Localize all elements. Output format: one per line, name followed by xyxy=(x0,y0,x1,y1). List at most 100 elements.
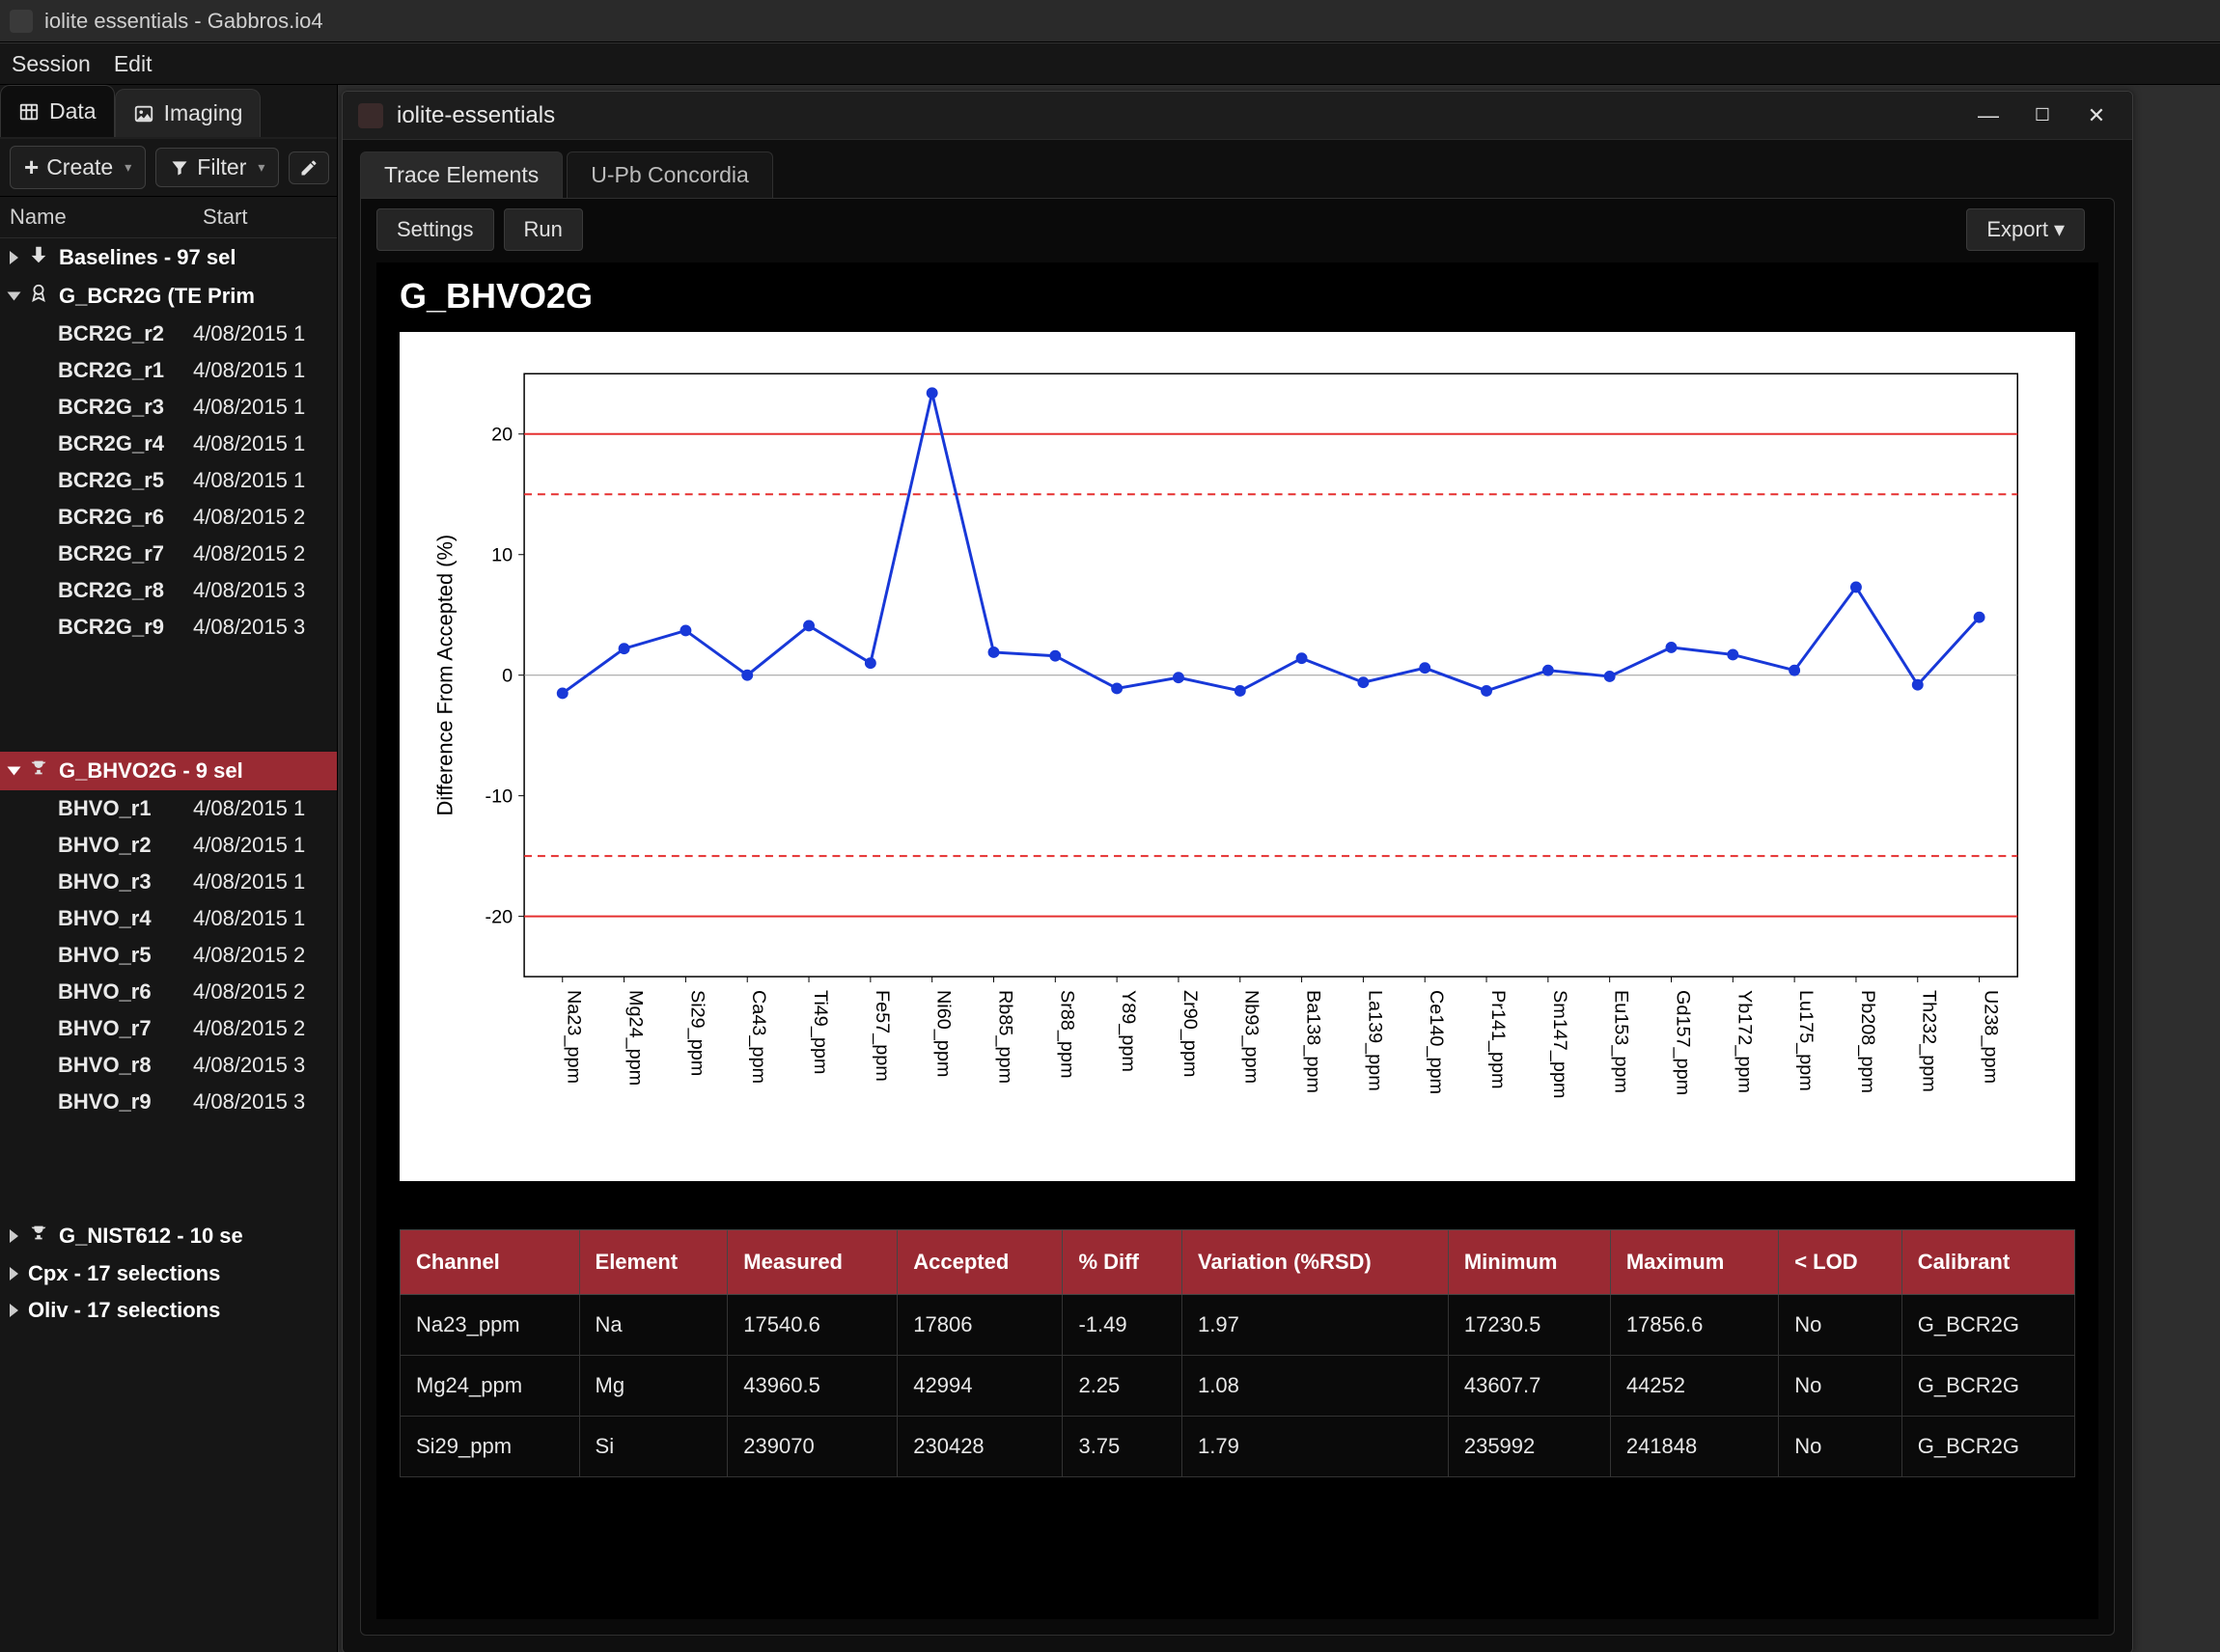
menu-session[interactable]: Session xyxy=(12,51,91,77)
table-cell: Mg24_ppm xyxy=(401,1356,580,1417)
tree-group-label: Oliv - 17 selections xyxy=(28,1298,220,1323)
table-cell: 17856.6 xyxy=(1610,1295,1778,1356)
table-header: Measured xyxy=(728,1230,898,1295)
trophy-icon xyxy=(28,1223,49,1250)
svg-text:-10: -10 xyxy=(486,786,513,808)
tree-item-date: 4/08/2015 1 xyxy=(193,906,327,931)
table-row[interactable]: Na23_ppmNa17540.617806-1.491.9717230.517… xyxy=(401,1295,2075,1356)
tree-item-date: 4/08/2015 1 xyxy=(193,395,327,420)
tree-item-date: 4/08/2015 1 xyxy=(193,468,327,493)
tab-trace-elements[interactable]: Trace Elements xyxy=(360,151,563,198)
tab-imaging[interactable]: Imaging xyxy=(115,89,262,137)
tree-item-date: 4/08/2015 1 xyxy=(193,358,327,383)
table-header: Channel xyxy=(401,1230,580,1295)
tree-group-header[interactable]: Cpx - 17 selections xyxy=(0,1255,337,1292)
chevron-down-icon: ▾ xyxy=(2054,217,2065,241)
tab-upb-concordia[interactable]: U-Pb Concordia xyxy=(567,151,773,198)
edit-button[interactable] xyxy=(289,151,329,184)
tree-item-date: 4/08/2015 3 xyxy=(193,1089,327,1115)
table-icon xyxy=(18,101,40,123)
create-label: Create xyxy=(46,154,113,180)
table-row[interactable]: Mg24_ppmMg43960.5429942.251.0843607.7442… xyxy=(401,1356,2075,1417)
tree-item[interactable]: BHVO_r14/08/2015 1 xyxy=(0,790,337,827)
tree-group-header[interactable]: Baselines - 97 sel xyxy=(0,238,337,277)
table-cell: Mg xyxy=(579,1356,728,1417)
tree-item-name: BHVO_r7 xyxy=(58,1016,193,1041)
maximize-button[interactable]: ☐ xyxy=(2022,100,2063,131)
menu-edit[interactable]: Edit xyxy=(114,51,153,77)
tree[interactable]: Baselines - 97 selG_BCR2G (TE PrimBCR2G_… xyxy=(0,238,337,1652)
settings-button[interactable]: Settings xyxy=(376,208,494,251)
tree-item[interactable]: BHVO_r64/08/2015 2 xyxy=(0,974,337,1010)
svg-text:Yb172_ppm: Yb172_ppm xyxy=(1734,990,1755,1093)
tree-item-name: BCR2G_r5 xyxy=(58,468,193,493)
svg-text:20: 20 xyxy=(491,425,513,446)
close-button[interactable]: ✕ xyxy=(2076,100,2117,131)
tree-item-name: BCR2G_r3 xyxy=(58,395,193,420)
run-button[interactable]: Run xyxy=(504,208,583,251)
svg-text:Si29_ppm: Si29_ppm xyxy=(686,990,708,1076)
tree-item[interactable]: BHVO_r94/08/2015 3 xyxy=(0,1084,337,1120)
tree-item-name: BCR2G_r6 xyxy=(58,505,193,530)
svg-text:Lu175_ppm: Lu175_ppm xyxy=(1795,990,1817,1091)
tree-item-name: BHVO_r1 xyxy=(58,796,193,821)
tree-item[interactable]: BHVO_r34/08/2015 1 xyxy=(0,864,337,900)
table-cell: G_BCR2G xyxy=(1901,1295,2074,1356)
tree-group-header[interactable]: G_BCR2G (TE Prim xyxy=(0,277,337,316)
outer-window-title: iolite essentials - Gabbros.io4 xyxy=(44,9,323,34)
content-scroll[interactable]: G_BHVO2G -20-1001020Difference From Acce… xyxy=(376,262,2098,1619)
create-button[interactable]: + Create ▾ xyxy=(10,146,146,189)
table-cell: -1.49 xyxy=(1063,1295,1182,1356)
image-icon xyxy=(133,103,154,124)
filter-button[interactable]: Filter ▾ xyxy=(155,148,279,187)
tree-item[interactable]: BCR2G_r84/08/2015 3 xyxy=(0,572,337,609)
table-row[interactable]: Si29_ppmSi2390702304283.751.792359922418… xyxy=(401,1417,2075,1477)
tree-item[interactable]: BCR2G_r14/08/2015 1 xyxy=(0,352,337,389)
tree-item[interactable]: BHVO_r54/08/2015 2 xyxy=(0,937,337,974)
tree-item[interactable]: BHVO_r84/08/2015 3 xyxy=(0,1047,337,1084)
tab-data[interactable]: Data xyxy=(0,85,115,137)
tree-item-date: 4/08/2015 1 xyxy=(193,869,327,895)
plus-icon: + xyxy=(24,152,39,182)
tree-group-header[interactable]: Oliv - 17 selections xyxy=(0,1292,337,1329)
table-cell: 43607.7 xyxy=(1448,1356,1610,1417)
tree-item[interactable]: BCR2G_r64/08/2015 2 xyxy=(0,499,337,536)
tree-item-date: 4/08/2015 2 xyxy=(193,979,327,1005)
table-cell: No xyxy=(1779,1356,1902,1417)
tree-item[interactable]: BCR2G_r54/08/2015 1 xyxy=(0,462,337,499)
svg-text:Eu153_ppm: Eu153_ppm xyxy=(1611,990,1632,1093)
tree-item[interactable]: BHVO_r24/08/2015 1 xyxy=(0,827,337,864)
svg-text:Ca43_ppm: Ca43_ppm xyxy=(748,990,769,1084)
tree-item[interactable]: BHVO_r44/08/2015 1 xyxy=(0,900,337,937)
table-cell: 17230.5 xyxy=(1448,1295,1610,1356)
table-header: Maximum xyxy=(1610,1230,1778,1295)
tree-group-header[interactable]: G_BHVO2G - 9 sel xyxy=(0,752,337,790)
svg-text:Ba138_ppm: Ba138_ppm xyxy=(1303,990,1324,1093)
minimize-button[interactable]: — xyxy=(1968,100,2009,131)
svg-text:Ti49_ppm: Ti49_ppm xyxy=(810,990,831,1074)
tree-item[interactable]: BCR2G_r44/08/2015 1 xyxy=(0,426,337,462)
tree-item-name: BCR2G_r1 xyxy=(58,358,193,383)
content-title: G_BHVO2G xyxy=(400,276,2075,317)
tree-item[interactable]: BCR2G_r34/08/2015 1 xyxy=(0,389,337,426)
tree-item-date: 4/08/2015 1 xyxy=(193,796,327,821)
tree-item-date: 4/08/2015 2 xyxy=(193,541,327,566)
menubar: Session Edit xyxy=(0,42,2220,85)
tree-item[interactable]: BHVO_r74/08/2015 2 xyxy=(0,1010,337,1047)
results-table: ChannelElementMeasuredAccepted% DiffVari… xyxy=(400,1229,2075,1477)
table-cell: Si29_ppm xyxy=(401,1417,580,1477)
tree-item[interactable]: BCR2G_r74/08/2015 2 xyxy=(0,536,337,572)
background-strip xyxy=(2172,104,2210,1633)
export-button[interactable]: Export▾ xyxy=(1966,208,2085,251)
tree-item[interactable]: BCR2G_r94/08/2015 3 xyxy=(0,609,337,646)
table-cell: 1.79 xyxy=(1182,1417,1449,1477)
tree-group-header[interactable]: G_NIST612 - 10 se xyxy=(0,1217,337,1255)
tree-item[interactable]: BCR2G_r24/08/2015 1 xyxy=(0,316,337,352)
filter-icon xyxy=(170,158,189,178)
table-cell: G_BCR2G xyxy=(1901,1356,2074,1417)
tree-item-date: 4/08/2015 3 xyxy=(193,615,327,640)
tree-item-date: 4/08/2015 3 xyxy=(193,578,327,603)
table-cell: G_BCR2G xyxy=(1901,1417,2074,1477)
svg-text:Sr88_ppm: Sr88_ppm xyxy=(1056,990,1077,1078)
svg-text:10: 10 xyxy=(491,545,513,566)
